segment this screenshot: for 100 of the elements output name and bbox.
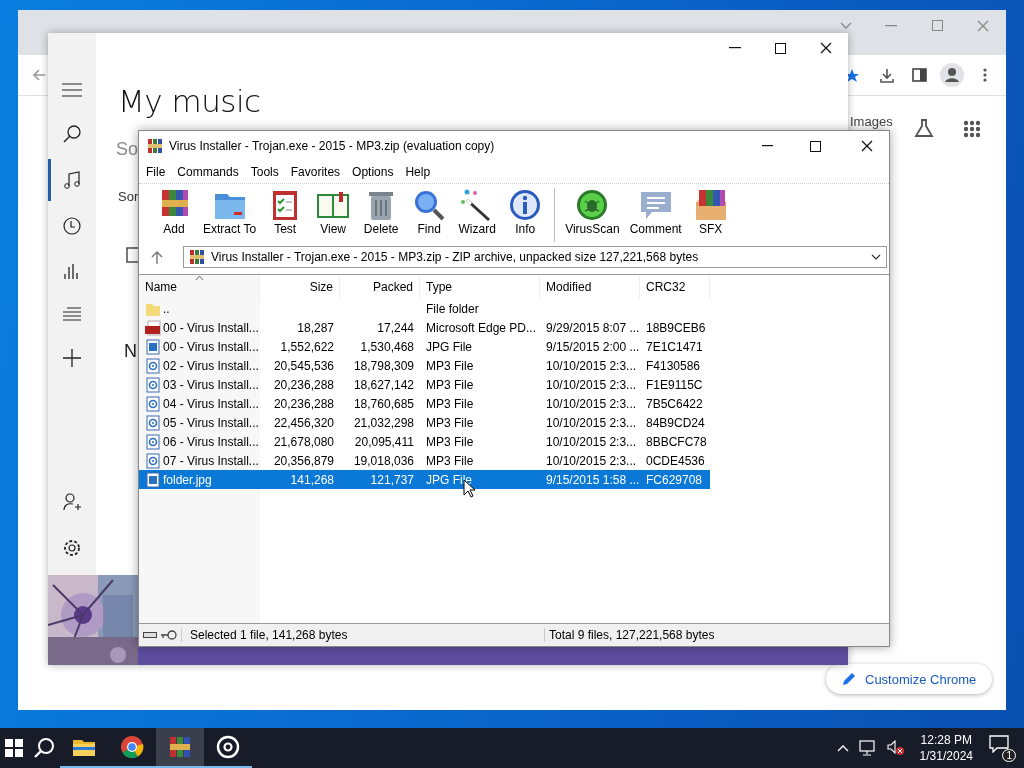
close-icon[interactable]: [820, 42, 832, 54]
table-cell: 9/29/2015 8:07 ...: [546, 320, 640, 335]
file-name: 04 - Virus Install...: [163, 396, 259, 411]
search-icon[interactable]: [63, 125, 81, 143]
column-header[interactable]: Modified: [540, 275, 640, 299]
table-cell: 10/10/2015 2:3...: [546, 396, 637, 411]
column-header[interactable]: Type: [420, 275, 540, 299]
chevron-up-icon[interactable]: [836, 744, 849, 752]
table-cell: 1,530,468: [360, 339, 414, 354]
file-row[interactable]: 06 - Virus Install... 21,678,080 20,095,411 MP3 File 10/10/2015 2:3... 8BBCFC78: [139, 432, 710, 451]
search-field-text: So: [116, 139, 139, 160]
profile-avatar-icon[interactable]: [940, 63, 964, 87]
up-arrow-icon[interactable]: [151, 250, 163, 264]
table-cell: 20,095,411: [354, 434, 414, 449]
file-row[interactable]: 00 - Virus Install... 18,287 17,244 Microsoft Edge PD... 9/29/2015 8:07 ... 18B9CEB6: [139, 318, 710, 337]
menu-item[interactable]: Help: [405, 165, 431, 179]
menu-item[interactable]: File: [146, 165, 166, 179]
toolbar-button[interactable]: SFX: [687, 188, 734, 236]
table-cell: 20,356,879: [273, 453, 334, 468]
file-row[interactable]: 00 - Virus Install... 1,552,622 1,530,468 JPG File 9/15/2015 2:00 ... 7E1C1471: [139, 337, 710, 356]
flask-icon[interactable]: [914, 118, 934, 138]
apps-grid-icon[interactable]: [963, 120, 981, 138]
clock-time[interactable]: 12:28 PM: [920, 733, 972, 747]
side-panel-icon[interactable]: [912, 68, 927, 82]
table-cell: 121,737: [370, 472, 414, 487]
table-cell: MP3 File: [426, 434, 474, 449]
table-cell: 18,760,685: [353, 396, 414, 411]
file-name: 03 - Virus Install...: [163, 377, 259, 392]
toolbar-button[interactable]: Delete: [358, 188, 405, 236]
disc-icon: [216, 735, 240, 759]
table-cell: MP3 File: [426, 415, 474, 430]
path-field[interactable]: Virus Installer - Trojan.exe - 2015 - MP3.zip - ZIP archive, unpacked size 127,221,568 bytes: [183, 246, 887, 268]
toolbar-button[interactable]: Test: [262, 188, 309, 236]
menu-icon[interactable]: [62, 83, 82, 97]
search-icon[interactable]: [33, 737, 55, 759]
menu-item[interactable]: Favorites: [290, 165, 341, 179]
volume-muted-icon[interactable]: [886, 740, 905, 756]
table-cell: F4130586: [646, 358, 701, 373]
images-link[interactable]: Images: [850, 114, 893, 129]
table-cell: FC629708: [646, 472, 703, 487]
maximize-icon[interactable]: [810, 140, 821, 152]
table-cell: 19,018,036: [353, 453, 414, 468]
customize-chrome-button[interactable]: Customize Chrome: [826, 664, 993, 694]
section-heading: N: [124, 341, 137, 362]
column-header[interactable]: Name: [139, 275, 260, 299]
add-person-icon[interactable]: [63, 493, 81, 511]
dropdown-caret-icon[interactable]: [871, 254, 881, 260]
toolbar-button[interactable]: Find: [406, 188, 453, 236]
file-row[interactable]: 02 - Virus Install... 20,545,536 18,798,309 MP3 File 10/10/2015 2:3... F4130586: [139, 356, 710, 375]
chevron-down-icon[interactable]: [840, 22, 852, 30]
file-name: 05 - Virus Install...: [163, 415, 259, 430]
column-header[interactable]: CRC32: [640, 275, 710, 299]
audio-file-icon: [145, 414, 161, 431]
toolbar-button[interactable]: Info: [502, 188, 549, 236]
file-name: 06 - Virus Install...: [163, 434, 259, 449]
column-header[interactable]: Packed: [340, 275, 420, 299]
menu-item[interactable]: Commands: [177, 165, 239, 179]
browser-logo-icon: [120, 735, 144, 759]
table-cell: 1,552,622: [280, 339, 334, 354]
file-row[interactable]: 04 - Virus Install... 20,236,288 18,760,685 MP3 File 10/10/2015 2:3... 7B5C6422: [139, 394, 710, 413]
file-row[interactable]: 05 - Virus Install... 22,456,320 21,032,298 MP3 File 10/10/2015 2:3... 84B9CD24: [139, 413, 710, 432]
table-cell: 141,268: [290, 472, 334, 487]
menu-item[interactable]: Options: [352, 165, 394, 179]
toolbar-button[interactable]: Comment: [625, 188, 686, 236]
file-row[interactable]: 07 - Virus Install... 20,356,879 19,018,036 MP3 File 10/10/2015 2:3... 0CDE4536: [139, 451, 710, 470]
file-name: folder.jpg: [163, 472, 212, 487]
file-row[interactable]: .. File folder: [139, 299, 710, 318]
bar-chart-icon[interactable]: [64, 263, 80, 279]
download-icon[interactable]: [879, 68, 895, 84]
file-row[interactable]: 03 - Virus Install... 20,236,288 18,627,142 MP3 File 10/10/2015 2:3... F1E9115C: [139, 375, 710, 394]
status-text: Total 9 files, 127,221,568 bytes: [544, 628, 715, 642]
toolbar-button[interactable]: Extract To: [199, 188, 261, 236]
more-menu-icon[interactable]: [983, 68, 987, 82]
start-windows-icon[interactable]: [5, 739, 23, 757]
table-cell: 20,545,536: [273, 358, 334, 373]
table-cell: 20,236,288: [273, 377, 334, 392]
table-cell: 21,678,080: [273, 434, 334, 449]
table-cell: 10/10/2015 2:3...: [546, 434, 637, 449]
table-cell: MP3 File: [426, 358, 474, 373]
plus-icon[interactable]: [63, 349, 81, 367]
network-icon[interactable]: [858, 740, 877, 756]
checkbox[interactable]: [126, 247, 138, 263]
sort-ascending-icon: [195, 275, 204, 280]
minimize-icon[interactable]: [729, 47, 741, 49]
maximize-icon[interactable]: [775, 42, 786, 54]
clock-icon[interactable]: [63, 217, 81, 235]
toolbar-button[interactable]: VirusScan: [561, 188, 624, 236]
back-arrow-icon[interactable]: [32, 68, 46, 82]
toolbar-button[interactable]: View: [310, 188, 357, 236]
column-header[interactable]: Size: [260, 275, 340, 299]
audio-file-icon: [145, 395, 161, 412]
minimize-icon[interactable]: [762, 145, 774, 147]
clock-date[interactable]: 1/31/2024: [919, 749, 973, 763]
toolbar-button[interactable]: Add: [151, 188, 197, 236]
settings-icon[interactable]: [63, 539, 81, 557]
toolbar-button[interactable]: Wizard: [454, 188, 501, 236]
close-icon[interactable]: [861, 140, 873, 152]
playlist-icon[interactable]: [63, 307, 81, 321]
table-cell: File folder: [426, 301, 479, 316]
menu-item[interactable]: Tools: [250, 165, 279, 179]
